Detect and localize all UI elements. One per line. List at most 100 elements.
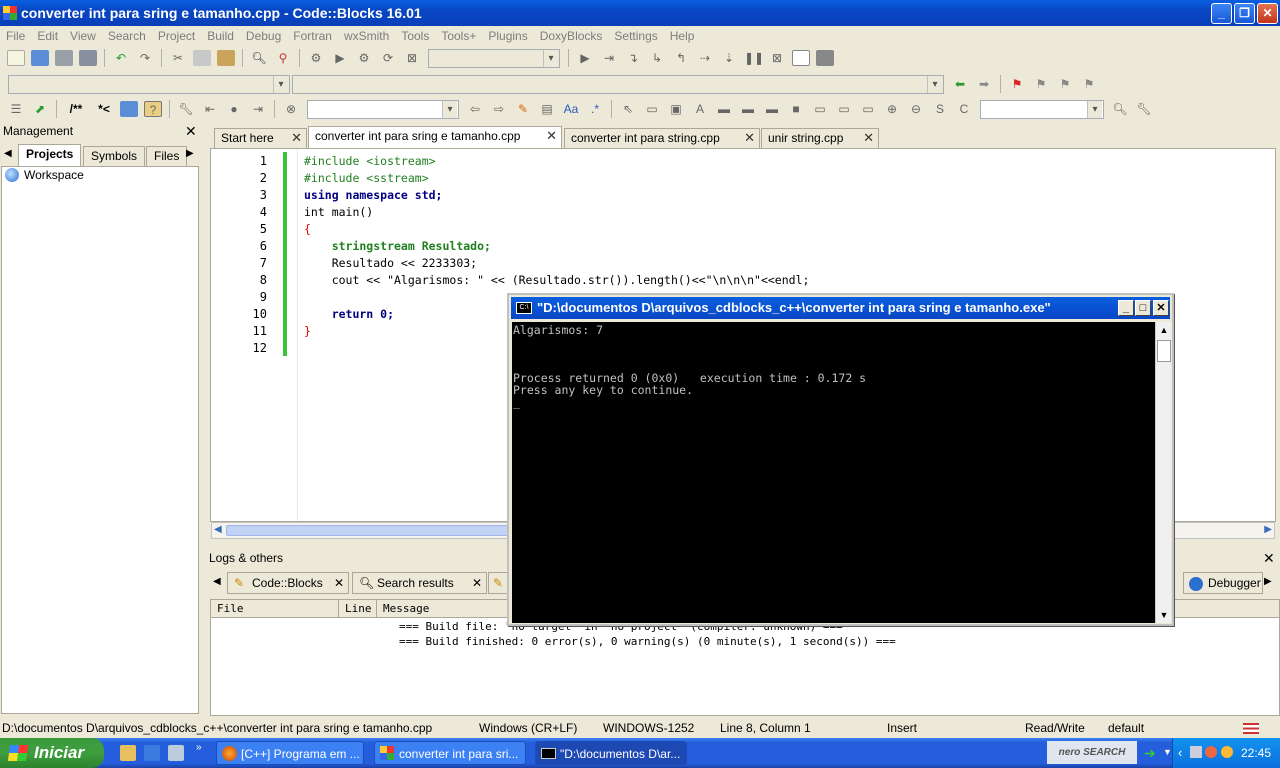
step-out-icon[interactable]: ↰ bbox=[672, 50, 690, 66]
menu-plugins[interactable]: Plugins bbox=[482, 29, 533, 43]
next-instruction-icon[interactable]: ⇢ bbox=[696, 50, 714, 66]
tab-symbols[interactable]: Symbols bbox=[83, 146, 146, 166]
column-line[interactable]: Line bbox=[339, 600, 377, 618]
tab-build-log[interactable]: ✎ bbox=[488, 572, 508, 594]
prev-change-icon[interactable]: ⇤ bbox=[201, 101, 219, 117]
run-icon[interactable]: ▶ bbox=[331, 50, 349, 66]
step-into-instruction-icon[interactable]: ⇣ bbox=[720, 50, 738, 66]
save-icon[interactable] bbox=[55, 50, 73, 66]
scroll-right-icon[interactable]: ▶ bbox=[1264, 524, 1272, 535]
next-line-icon[interactable]: ↴ bbox=[624, 50, 642, 66]
build-target-select[interactable] bbox=[428, 48, 560, 68]
clear-search-icon[interactable]: ⊗ bbox=[282, 101, 300, 117]
extract-docs-icon[interactable]: ⬈ bbox=[31, 101, 49, 117]
wx-tools-icon[interactable]: 🔧︎ bbox=[1135, 101, 1153, 117]
menu-settings[interactable]: Settings bbox=[608, 29, 663, 43]
maximize-button[interactable]: ❐ bbox=[1234, 3, 1255, 24]
debug-windows-icon[interactable] bbox=[792, 50, 810, 66]
highlight-icon[interactable]: ✎ bbox=[514, 101, 532, 117]
find-icon[interactable]: 🔍︎ bbox=[250, 50, 268, 66]
tab-scroll-right-icon[interactable]: ▶ bbox=[1264, 576, 1272, 587]
next-change-icon[interactable]: ⇥ bbox=[249, 101, 267, 117]
search-prev-icon[interactable]: ⇦ bbox=[466, 101, 484, 117]
incremental-search-input[interactable] bbox=[307, 99, 459, 119]
debug-continue-icon[interactable]: ▶ bbox=[576, 50, 594, 66]
wx-image-icon[interactable]: ▣ bbox=[667, 101, 685, 117]
tray-app-icon[interactable] bbox=[1221, 746, 1233, 758]
console-title-bar[interactable]: C:\ "D:\documentos D\arquivos_cdblocks_c… bbox=[511, 297, 1170, 319]
close-icon[interactable]: ✕ bbox=[546, 127, 557, 145]
zoom-out-icon[interactable]: ⊖ bbox=[907, 101, 925, 117]
html-docs-icon[interactable] bbox=[120, 101, 138, 117]
tray-speaker-icon[interactable] bbox=[1205, 746, 1217, 758]
wx-border-1-icon[interactable]: ▭ bbox=[811, 101, 829, 117]
console-close-button[interactable]: ✕ bbox=[1153, 300, 1169, 316]
menu-build[interactable]: Build bbox=[201, 29, 240, 43]
scroll-left-icon[interactable]: ◀ bbox=[214, 524, 222, 535]
wx-border-2-icon[interactable]: ▭ bbox=[835, 101, 853, 117]
wx-search-icon[interactable]: 🔍︎ bbox=[1111, 101, 1129, 117]
menu-file[interactable]: File bbox=[0, 29, 31, 43]
pause-icon[interactable]: ❚❚ bbox=[744, 50, 764, 66]
doxywizard-icon[interactable]: ☰ bbox=[7, 101, 25, 117]
tree-item-workspace[interactable]: Workspace bbox=[5, 168, 84, 182]
chm-help-icon[interactable]: ? bbox=[144, 101, 162, 117]
tab-scroll-right-icon[interactable]: ▶ bbox=[186, 148, 194, 159]
menu-project[interactable]: Project bbox=[152, 29, 201, 43]
tray-device-icon[interactable] bbox=[1190, 746, 1202, 758]
close-icon[interactable]: ✕ bbox=[1263, 550, 1275, 567]
minimize-button[interactable]: _ bbox=[1211, 3, 1232, 24]
toggle-bookmark-icon[interactable]: ⚑ bbox=[1008, 76, 1026, 92]
scroll-thumb[interactable] bbox=[226, 525, 526, 536]
close-icon[interactable]: ✕ bbox=[863, 129, 874, 147]
tab-start-here[interactable]: Start here ✕ bbox=[214, 128, 307, 148]
tray-arrow-icon[interactable]: ‹ bbox=[1178, 738, 1182, 768]
scroll-thumb[interactable] bbox=[1157, 340, 1171, 362]
tab-active-file[interactable]: converter int para sring e tamanho.cpp ✕ bbox=[308, 126, 562, 148]
wx-panel-icon[interactable]: ▭ bbox=[643, 101, 661, 117]
clear-bookmarks-icon[interactable]: ⚑ bbox=[1080, 76, 1098, 92]
scroll-up-icon[interactable]: ▲ bbox=[1156, 322, 1172, 338]
quicklaunch-calc-icon[interactable] bbox=[168, 745, 184, 761]
prev-bookmark-icon[interactable]: ⚑ bbox=[1032, 76, 1050, 92]
debug-info-icon[interactable] bbox=[816, 50, 834, 66]
regex-icon[interactable]: .* bbox=[586, 101, 604, 117]
console-scrollbar[interactable]: ▲ ▼ bbox=[1155, 322, 1171, 623]
quicklaunch-folder-icon[interactable] bbox=[120, 745, 136, 761]
toggle-point-icon[interactable]: ● bbox=[225, 101, 243, 117]
paste-icon[interactable] bbox=[217, 50, 235, 66]
taskbar-item-firefox[interactable]: [C++] Programa em ... bbox=[216, 741, 364, 765]
close-icon[interactable]: ✕ bbox=[472, 573, 482, 593]
close-icon[interactable]: ✕ bbox=[334, 573, 344, 593]
search-next-icon[interactable]: ⇨ bbox=[490, 101, 508, 117]
tab-file[interactable]: unir string.cpp ✕ bbox=[761, 128, 879, 148]
close-icon[interactable]: ✕ bbox=[291, 129, 302, 147]
tab-scroll-left-icon[interactable]: ◀ bbox=[4, 148, 12, 159]
menu-wxsmith[interactable]: wxSmith bbox=[338, 29, 395, 43]
close-button[interactable]: ✕ bbox=[1257, 3, 1278, 24]
console-output[interactable]: Algarismos: 7 Process returned 0 (0x0) e… bbox=[512, 322, 1155, 623]
wx-zoom-select[interactable] bbox=[980, 99, 1104, 119]
abort-icon[interactable]: ⊠ bbox=[403, 50, 421, 66]
menu-doxyblocks[interactable]: DoxyBlocks bbox=[534, 29, 609, 43]
undo-icon[interactable]: ↶ bbox=[112, 50, 130, 66]
menu-help[interactable]: Help bbox=[664, 29, 701, 43]
quicklaunch-docs-icon[interactable] bbox=[144, 745, 160, 761]
build-gear-icon[interactable]: ⚙ bbox=[307, 50, 325, 66]
tab-debugger[interactable]: Debugger bbox=[1183, 572, 1263, 594]
go-arrow-icon[interactable]: ➔ bbox=[1144, 745, 1156, 762]
zoom-in-icon[interactable]: ⊕ bbox=[883, 101, 901, 117]
wx-s-icon[interactable]: S bbox=[931, 101, 949, 117]
quicklaunch-more-icon[interactable]: » bbox=[196, 742, 202, 753]
scope-select[interactable] bbox=[8, 74, 290, 94]
wx-sizer-2-icon[interactable]: ▬ bbox=[739, 101, 757, 117]
redo-icon[interactable]: ↷ bbox=[136, 50, 154, 66]
block-comment-icon[interactable]: /** bbox=[64, 101, 88, 117]
wx-static-text-icon[interactable]: A bbox=[691, 101, 709, 117]
next-bookmark-icon[interactable]: ⚑ bbox=[1056, 76, 1074, 92]
menu-debug[interactable]: Debug bbox=[240, 29, 287, 43]
menu-tools-plus[interactable]: Tools+ bbox=[435, 29, 482, 43]
menu-tools[interactable]: Tools bbox=[395, 29, 435, 43]
copy-icon[interactable] bbox=[193, 50, 211, 66]
config-wrench-icon[interactable]: 🔧︎ bbox=[177, 101, 195, 117]
